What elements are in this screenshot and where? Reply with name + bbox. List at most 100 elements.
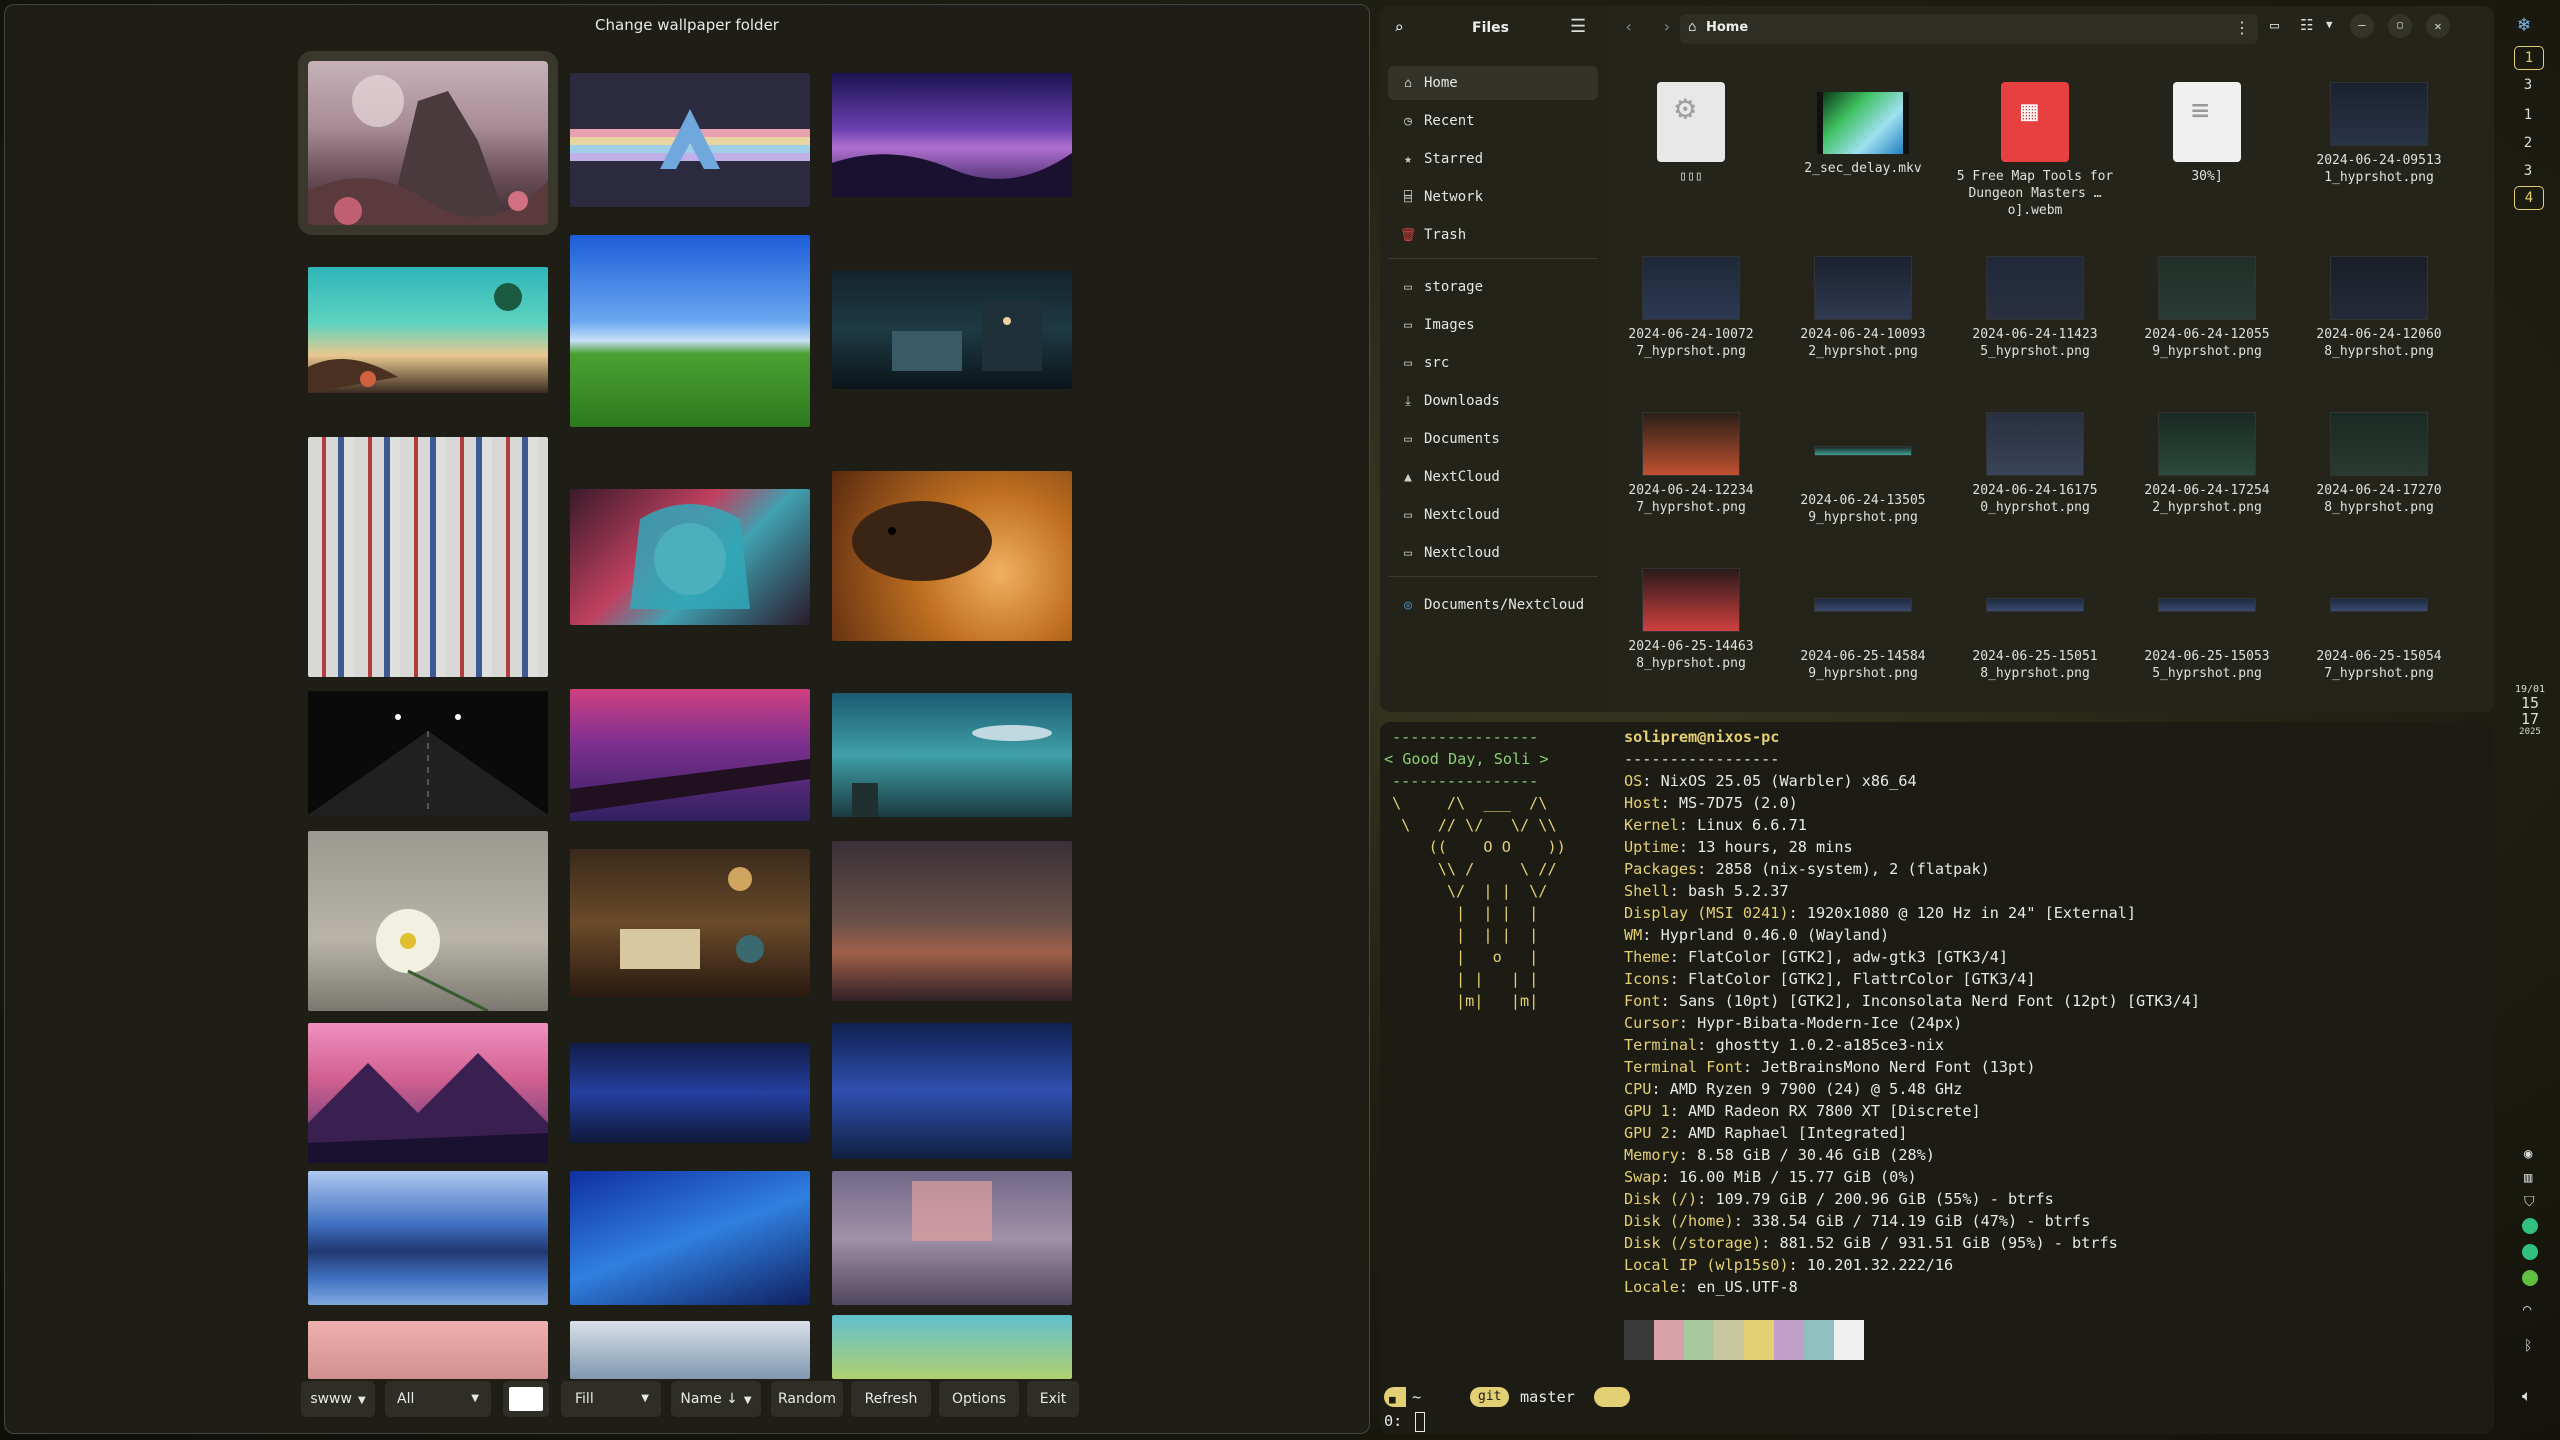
sidebar-item-recent[interactable]: ◷ Recent: [1388, 104, 1598, 138]
wallpaper-thumb[interactable]: [832, 1315, 1072, 1379]
wallpaper-thumb[interactable]: [832, 693, 1072, 817]
sync-tray-icon[interactable]: [2522, 1244, 2538, 1260]
shield-icon[interactable]: ⛉: [2524, 1194, 2535, 1210]
forward-icon[interactable]: ›: [1662, 17, 1672, 36]
view-list-icon[interactable]: ☷: [2300, 16, 2313, 34]
nextcloud-tray-icon[interactable]: [2522, 1218, 2538, 1234]
file-item[interactable]: 2024-06-24-16175 0_hyprshot.png: [1955, 412, 2115, 516]
prompt-input-line[interactable]: 0:: [1384, 1410, 1426, 1432]
network-tray-icon[interactable]: ▥: [2524, 1170, 2532, 1186]
wallpaper-thumb[interactable]: [298, 51, 558, 235]
file-item[interactable]: 2024-06-24-17254 2_hyprshot.png: [2127, 412, 2287, 516]
file-item[interactable]: 2024-06-24-11423 5_hyprshot.png: [1955, 256, 2115, 360]
bluetooth-icon[interactable]: ᛒ: [2524, 1338, 2532, 1354]
fill-mode-dropdown[interactable]: Fill ▼: [561, 1381, 661, 1417]
file-item[interactable]: 2024-06-24-12234 7_hyprshot.png: [1611, 412, 1771, 516]
sidebar-item-src[interactable]: ▭ src: [1388, 346, 1598, 380]
new-folder-icon[interactable]: ▭: [2270, 16, 2279, 34]
sidebar-item-images[interactable]: ▭ Images: [1388, 308, 1598, 342]
wallpaper-thumb[interactable]: [570, 849, 810, 997]
check-tray-icon[interactable]: [2522, 1270, 2538, 1286]
sidebar-item-storage[interactable]: ▭ storage: [1388, 270, 1598, 304]
info-key: Terminal Font: [1624, 1058, 1743, 1076]
file-item[interactable]: 2024-06-25-14463 8_hyprshot.png: [1611, 568, 1771, 672]
backend-dropdown[interactable]: swww ▼: [301, 1381, 375, 1417]
wallpaper-thumb[interactable]: [308, 1023, 548, 1163]
wallpaper-thumb[interactable]: [832, 471, 1072, 641]
file-item[interactable]: ≡ 30%]: [2127, 82, 2287, 185]
sidebar-item-nextcloud[interactable]: ▲ NextCloud: [1388, 460, 1598, 494]
view-options-icon[interactable]: ▼: [2326, 18, 2333, 31]
file-item[interactable]: 2024-06-24-12060 8_hyprshot.png: [2299, 256, 2459, 360]
wallpaper-thumb[interactable]: [832, 271, 1072, 389]
wallpaper-thumb[interactable]: [570, 489, 810, 625]
monitor-dropdown[interactable]: All ▼: [385, 1381, 491, 1417]
wallpaper-thumb[interactable]: [832, 841, 1072, 1001]
wallpaper-thumb[interactable]: [308, 437, 548, 677]
wifi-icon[interactable]: ◠: [2523, 1302, 2531, 1318]
close-icon[interactable]: ✕: [2426, 14, 2450, 38]
sidebar-item-network[interactable]: ⌸ Network: [1388, 180, 1598, 214]
exit-button[interactable]: Exit: [1027, 1381, 1079, 1417]
random-button[interactable]: Random: [771, 1381, 843, 1417]
workspace-3[interactable]: 3: [2514, 74, 2542, 96]
workspace-2[interactable]: 2: [2514, 132, 2542, 154]
workspace-1[interactable]: 1: [2514, 104, 2542, 126]
sidebar-item-documents-nextcloud[interactable]: ◎ Documents/Nextcloud: [1388, 588, 1598, 622]
path-bar[interactable]: ⌂ Home ⋮: [1680, 14, 2258, 44]
wallpaper-thumb[interactable]: [832, 1023, 1072, 1159]
minimize-icon[interactable]: –: [2350, 14, 2374, 38]
search-icon[interactable]: ⌕: [1394, 18, 1404, 37]
options-button[interactable]: Options: [939, 1381, 1019, 1417]
refresh-button[interactable]: Refresh: [851, 1381, 931, 1417]
wallpaper-thumb[interactable]: [570, 1043, 810, 1143]
wallpaper-thumb[interactable]: [308, 1321, 548, 1379]
maximize-icon[interactable]: ▢: [2388, 14, 2412, 38]
sidebar-item-nextcloud[interactable]: ▭ Nextcloud: [1388, 536, 1598, 570]
sidebar-item-starred[interactable]: ★ Starred: [1388, 142, 1598, 176]
volume-icon[interactable]: 🔈︎: [2522, 1386, 2532, 1406]
file-item[interactable]: 2024-06-24-17270 8_hyprshot.png: [2299, 412, 2459, 516]
wallpaper-thumb[interactable]: [308, 1171, 548, 1305]
workspace-3[interactable]: 3: [2514, 160, 2542, 182]
wallpaper-thumb[interactable]: [308, 831, 548, 1013]
nixos-snowflake-icon[interactable]: ❄: [2518, 12, 2530, 36]
file-item[interactable]: 2024-06-24-12055 9_hyprshot.png: [2127, 256, 2287, 360]
sidebar-item-documents[interactable]: ▭ Documents: [1388, 422, 1598, 456]
wallpaper-thumb[interactable]: [570, 235, 810, 427]
file-item[interactable]: 2024-06-25-15053 5_hyprshot.png: [2127, 568, 2287, 682]
file-item[interactable]: 2024-06-25-15054 7_hyprshot.png: [2299, 568, 2459, 682]
sidebar-item-nextcloud[interactable]: ▭ Nextcloud: [1388, 498, 1598, 532]
wallpaper-thumb[interactable]: [570, 1321, 810, 1379]
screenshot-thumbnail: [2330, 256, 2428, 320]
kebab-icon[interactable]: ⋮: [2234, 18, 2250, 37]
terminal-window[interactable]: ---------------- < Good Day, Soli > ------…: [1380, 722, 2494, 1434]
file-item[interactable]: 2024-06-25-15051 8_hyprshot.png: [1955, 568, 2115, 682]
wallpaper-thumb[interactable]: [570, 73, 810, 207]
file-item[interactable]: 2024-06-24-09513 1_hyprshot.png: [2299, 82, 2459, 186]
sidebar-item-trash[interactable]: 🗑︎ Trash: [1388, 218, 1598, 252]
color-swatch-button[interactable]: [503, 1381, 549, 1417]
steam-icon[interactable]: ◉: [2524, 1146, 2532, 1162]
wallpaper-thumb[interactable]: [308, 691, 548, 815]
back-icon[interactable]: ‹: [1624, 17, 1634, 36]
wallpaper-thumb[interactable]: [832, 1171, 1072, 1305]
workspace-1[interactable]: 1: [2514, 46, 2544, 70]
sidebar-item-downloads[interactable]: ⤓ Downloads: [1388, 384, 1598, 418]
wallpaper-thumb[interactable]: [570, 1171, 810, 1305]
file-item[interactable]: 2024-06-24-13505 9_hyprshot.png: [1783, 412, 1943, 526]
file-item[interactable]: 2024-06-24-10093 2_hyprshot.png: [1783, 256, 1943, 360]
menu-icon[interactable]: ☰: [1570, 16, 1586, 37]
file-item[interactable]: ⚙ ▯▯▯: [1611, 82, 1771, 185]
file-item[interactable]: 2024-06-25-14584 9_hyprshot.png: [1783, 568, 1943, 682]
file-item[interactable]: 2_sec_delay.mkv: [1783, 82, 1943, 177]
workspace-4[interactable]: 4: [2514, 186, 2544, 210]
sort-dropdown[interactable]: Name ↓ ▼: [671, 1381, 761, 1417]
file-item[interactable]: ▦ 5 Free Map Tools for Dungeon Masters …o…: [1955, 82, 2115, 219]
wallpaper-thumb[interactable]: [308, 267, 548, 393]
screenshot-thumbnail: [2330, 82, 2428, 146]
file-item[interactable]: 2024-06-24-10072 7_hyprshot.png: [1611, 256, 1771, 360]
sidebar-item-home[interactable]: ⌂ Home: [1388, 66, 1598, 100]
wallpaper-thumb[interactable]: [832, 73, 1072, 197]
wallpaper-thumb[interactable]: [570, 689, 810, 821]
